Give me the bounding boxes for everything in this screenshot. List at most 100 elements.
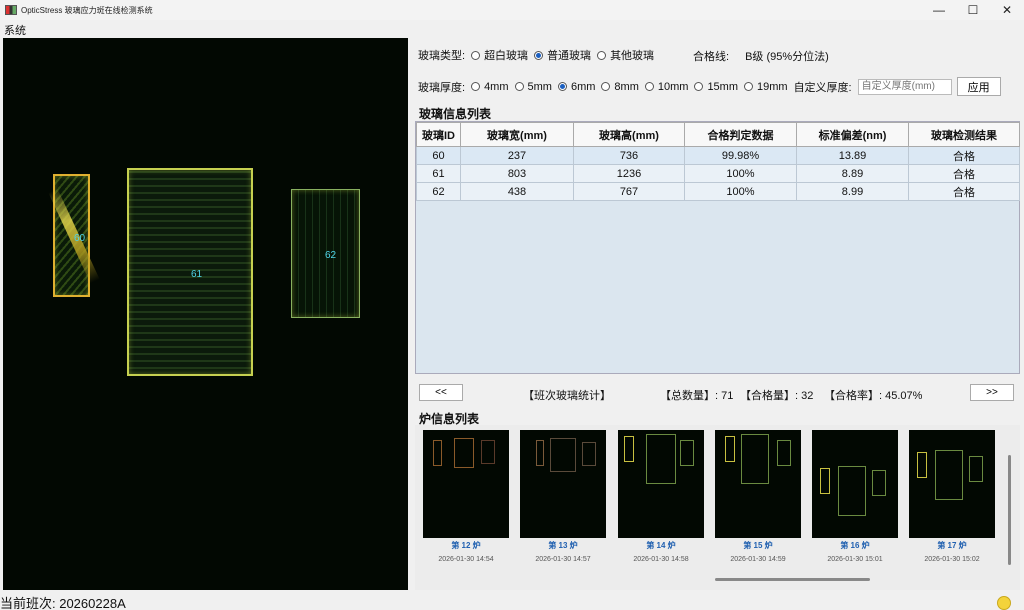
radio-indicator [514,82,524,91]
custom-thickness-label: 自定义厚度: [793,81,852,94]
pass-line: 合格线: B级 (95%分位法) [693,48,829,64]
column-header-id[interactable]: 玻璃ID [416,122,461,147]
radio-15mm[interactable]: 15mm [694,81,738,93]
glass-label-60: 60 [74,233,86,244]
cell-pass-data: 100% [684,182,797,201]
table-row[interactable]: 62 438 767 100% 8.99 合格 [416,182,1020,201]
column-header-result[interactable]: 玻璃检测结果 [908,122,1020,147]
cell-height: 767 [573,182,685,201]
glass-panel-60[interactable]: 60 [48,174,100,297]
cell-std-dev: 8.99 [796,182,909,201]
furnace-label: 第 14 炉 [646,541,676,550]
maximize-button[interactable]: ☐ [956,0,990,20]
window-controls: — ☐ ✕ [922,0,1024,20]
cell-height: 736 [573,146,685,165]
thumb-glass [454,438,474,468]
apply-button[interactable]: 应用 [956,77,1001,96]
thumb-glass [820,468,830,494]
radio-label: 其他玻璃 [610,50,655,62]
cell-result: 合格 [908,146,1020,165]
thumb-glass [680,440,694,466]
thumb-glass [550,438,576,472]
thickness-label: 玻璃厚度: [418,81,466,94]
horizontal-scrollbar[interactable] [715,578,870,581]
furnace-thumbnail-13[interactable] [520,430,606,538]
column-header-width[interactable]: 玻璃宽(mm) [460,122,574,147]
column-header-height[interactable]: 玻璃高(mm) [573,122,685,147]
minimize-button[interactable]: — [922,0,956,20]
glass-panel-61[interactable]: 61 [127,168,253,376]
furnace-thumbnail-15[interactable] [715,430,801,538]
cell-id: 62 [416,182,461,201]
radio-6mm[interactable]: 6mm [557,81,595,93]
thumb-glass [969,456,983,482]
radio-indicator [644,82,654,91]
furnace-time: 2026-01-30 14:58 [633,556,689,563]
radio-8mm[interactable]: 8mm [601,81,639,93]
glass-label-62: 62 [325,250,337,261]
glass-type-label: 玻璃类型: [418,50,466,62]
cell-width: 803 [460,164,574,183]
app-icon [5,5,17,15]
radio-label: 10mm [657,80,689,93]
radio-normal[interactable]: 普通玻璃 [534,47,591,63]
furnace-label: 第 12 炉 [451,541,481,550]
radio-indicator [744,82,753,91]
cell-width: 438 [460,182,574,201]
column-header-pass-data[interactable]: 合格判定数据 [684,122,797,147]
furnace-thumbnail-12[interactable] [423,430,509,538]
radio-indicator [471,82,481,91]
cell-result: 合格 [908,182,1020,201]
status-indicator-icon [997,596,1011,610]
pass-line-value: B级 (95%分位法) [745,51,829,63]
thumb-glass [741,434,769,484]
furnace-time: 2026-01-30 14:54 [438,556,494,563]
cell-height: 1236 [573,164,685,183]
cell-id: 61 [416,164,461,183]
table-header-row: 玻璃ID 玻璃宽(mm) 玻璃高(mm) 合格判定数据 标准偏差(nm) 玻璃检… [416,122,1020,147]
thumb-glass [646,434,676,484]
close-button[interactable]: ✕ [990,0,1024,20]
custom-thickness-input[interactable] [857,78,952,95]
title-bar: OpticStress 玻璃应力斑在线检测系统 — ☐ ✕ [0,0,1024,20]
stress-image-viewer: 60 61 62 [3,38,408,590]
thumb-glass [872,470,886,496]
glass-table: 玻璃ID 玻璃宽(mm) 玻璃高(mm) 合格判定数据 标准偏差(nm) 玻璃检… [415,121,1020,374]
column-header-std-dev[interactable]: 标准偏差(nm) [796,122,909,147]
furnace-thumbnail-17[interactable] [909,430,995,538]
furnace-label: 第 15 炉 [743,541,773,550]
furnace-label: 第 16 炉 [840,541,870,550]
furnace-thumbnail-14[interactable] [618,430,704,538]
radio-4mm[interactable]: 4mm [471,81,509,93]
shift-stats-bar: << 【班次玻璃统计】 【总数量】: 71 【合格量】: 32 【合格率】: 4… [415,384,1020,402]
radio-ultra-clear[interactable]: 超白玻璃 [471,47,528,63]
stats-passed: 【合格量】: 32 [740,390,814,402]
radio-10mm[interactable]: 10mm [644,80,689,93]
cell-std-dev: 8.89 [796,164,909,183]
next-button[interactable]: >> [970,384,1014,401]
current-shift-status: 当前班次: 20260228A [0,596,126,610]
glass-type-row: 玻璃类型: 超白玻璃 普通玻璃 其他玻璃 [418,47,660,63]
vertical-scrollbar[interactable] [1008,455,1011,565]
cell-width: 237 [460,146,574,165]
radio-19mm[interactable]: 19mm [744,81,788,93]
thumb-glass [582,442,596,466]
cell-pass-data: 99.98% [684,146,797,165]
glass-panel-62[interactable]: 62 [291,189,360,318]
cell-pass-data: 100% [684,164,797,183]
radio-indicator [597,50,607,60]
table-row[interactable]: 60 237 736 99.98% 13.89 合格 [416,146,1020,165]
thumb-glass [917,452,927,478]
menu-system[interactable]: 系统 [4,22,26,38]
furnace-thumbnail-16[interactable] [812,430,898,538]
radio-5mm[interactable]: 5mm [514,81,552,93]
radio-other[interactable]: 其他玻璃 [597,47,654,63]
thickness-row: 玻璃厚度: 4mm 5mm 6mm 8mm 10mm 15mm 19mm 自定义… [418,77,1001,96]
radio-label: 19mm [757,80,788,93]
thumb-glass [838,466,866,516]
cell-result: 合格 [908,164,1020,183]
table-row[interactable]: 61 803 1236 100% 8.89 合格 [416,164,1020,183]
prev-button[interactable]: << [419,384,463,401]
pass-line-label: 合格线: [693,51,730,63]
radio-label: 超白玻璃 [484,50,529,62]
